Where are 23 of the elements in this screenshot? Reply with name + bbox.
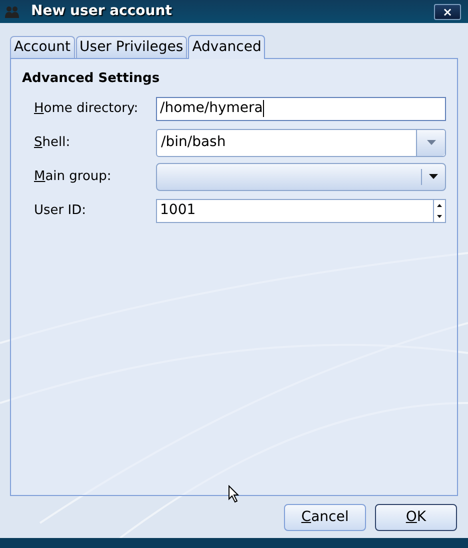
- dropdown-arrow-icon: [426, 140, 436, 145]
- spin-box[interactable]: 1001: [156, 198, 446, 222]
- tab[interactable]: User Privileges: [76, 36, 188, 58]
- users-icon: [5, 6, 19, 18]
- field-label: User ID:: [34, 202, 87, 220]
- dropdown-value: /bin/bash: [160, 133, 227, 152]
- field-label: Home directory:: [34, 100, 140, 118]
- window-title: New user account: [31, 2, 172, 21]
- mouse-pointer-icon: [228, 485, 240, 503]
- field-label: Main group:: [34, 168, 112, 186]
- dropdown-arrow-icon: [429, 174, 438, 179]
- input-field[interactable]: /home/hymera: [156, 96, 446, 120]
- tab[interactable]: Advanced: [188, 35, 266, 59]
- tab[interactable]: Account: [10, 36, 75, 58]
- spin-up-icon[interactable]: [437, 204, 442, 206]
- dialog-button[interactable]: Cancel: [284, 504, 366, 531]
- spin-down-icon[interactable]: [437, 214, 442, 218]
- dropdown-field[interactable]: /bin/bash: [156, 128, 446, 156]
- dropdown-field[interactable]: [156, 162, 446, 190]
- section-title: Advanced Settings: [22, 70, 161, 88]
- dialog-button[interactable]: OK: [375, 504, 457, 531]
- close-button[interactable]: ×: [434, 4, 461, 20]
- field-label: Shell:: [34, 134, 72, 152]
